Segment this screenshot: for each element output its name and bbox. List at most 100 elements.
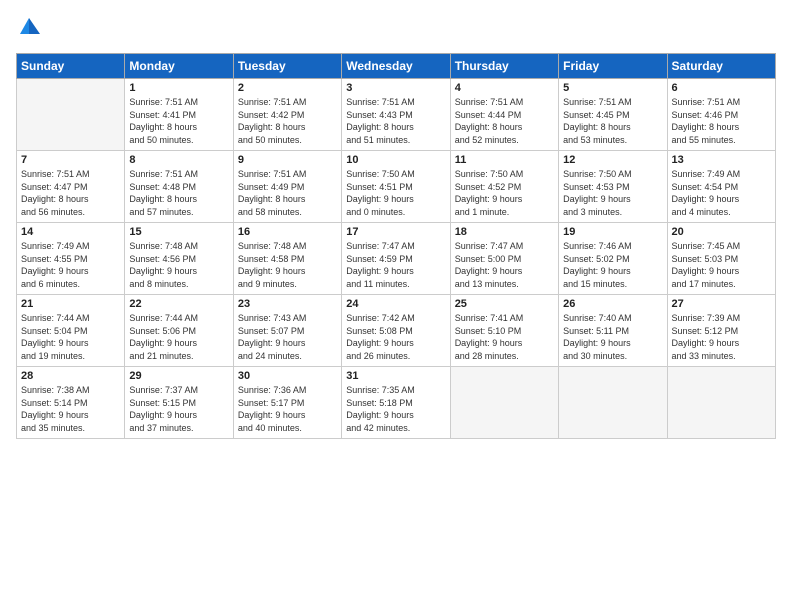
calendar-cell: 14 Sunrise: 7:49 AM Sunset: 4:55 PM Dayli… bbox=[17, 223, 125, 295]
day-number: 12 bbox=[563, 154, 662, 166]
calendar-cell: 1 Sunrise: 7:51 AM Sunset: 4:41 PM Daylig… bbox=[125, 79, 233, 151]
day-number: 18 bbox=[455, 226, 554, 238]
calendar-cell bbox=[450, 367, 558, 439]
day-info: Sunrise: 7:51 AM Sunset: 4:41 PM Dayligh… bbox=[129, 96, 228, 146]
calendar-cell: 7Sunrise: 7:51 AM Sunset: 4:47 PM Daylig… bbox=[17, 151, 125, 223]
day-number: 14 bbox=[21, 226, 120, 238]
day-number: 26 bbox=[563, 298, 662, 310]
day-info: Sunrise: 7:46 AM Sunset: 5:02 PM Dayligh… bbox=[563, 240, 662, 290]
day-header-saturday: Saturday bbox=[667, 54, 775, 79]
calendar-cell: 2 Sunrise: 7:51 AM Sunset: 4:42 PM Daylig… bbox=[233, 79, 341, 151]
calendar-cell: 21 Sunrise: 7:44 AM Sunset: 5:04 PM Dayli… bbox=[17, 295, 125, 367]
day-info: Sunrise: 7:50 AM Sunset: 4:53 PM Dayligh… bbox=[563, 168, 662, 218]
day-number: 11 bbox=[455, 154, 554, 166]
calendar-cell: 31 Sunrise: 7:35 AM Sunset: 5:18 PM Dayli… bbox=[342, 367, 450, 439]
calendar-cell: 5 Sunrise: 7:51 AM Sunset: 4:45 PM Daylig… bbox=[559, 79, 667, 151]
day-header-thursday: Thursday bbox=[450, 54, 558, 79]
day-number: 6 bbox=[672, 82, 771, 94]
day-number: 30 bbox=[238, 370, 337, 382]
day-number: 20 bbox=[672, 226, 771, 238]
day-info: Sunrise: 7:47 AM Sunset: 5:00 PM Dayligh… bbox=[455, 240, 554, 290]
day-number: 27 bbox=[672, 298, 771, 310]
day-header-tuesday: Tuesday bbox=[233, 54, 341, 79]
day-info: Sunrise: 7:50 AM Sunset: 4:51 PM Dayligh… bbox=[346, 168, 445, 218]
day-info: Sunrise: 7:51 AM Sunset: 4:45 PM Dayligh… bbox=[563, 96, 662, 146]
calendar-cell bbox=[559, 367, 667, 439]
day-info: Sunrise: 7:50 AM Sunset: 4:52 PM Dayligh… bbox=[455, 168, 554, 218]
calendar-cell: 11 Sunrise: 7:50 AM Sunset: 4:52 PM Dayli… bbox=[450, 151, 558, 223]
day-number: 5 bbox=[563, 82, 662, 94]
calendar-week-2: 7Sunrise: 7:51 AM Sunset: 4:47 PM Daylig… bbox=[17, 151, 776, 223]
day-info: Sunrise: 7:51 AM Sunset: 4:43 PM Dayligh… bbox=[346, 96, 445, 146]
day-info: Sunrise: 7:49 AM Sunset: 4:54 PM Dayligh… bbox=[672, 168, 771, 218]
day-info: Sunrise: 7:47 AM Sunset: 4:59 PM Dayligh… bbox=[346, 240, 445, 290]
day-number: 9 bbox=[238, 154, 337, 166]
calendar-cell: 16 Sunrise: 7:48 AM Sunset: 4:58 PM Dayli… bbox=[233, 223, 341, 295]
day-number: 24 bbox=[346, 298, 445, 310]
day-info: Sunrise: 7:40 AM Sunset: 5:11 PM Dayligh… bbox=[563, 312, 662, 362]
day-info: Sunrise: 7:43 AM Sunset: 5:07 PM Dayligh… bbox=[238, 312, 337, 362]
calendar-week-4: 21 Sunrise: 7:44 AM Sunset: 5:04 PM Dayli… bbox=[17, 295, 776, 367]
day-header-sunday: Sunday bbox=[17, 54, 125, 79]
day-info: Sunrise: 7:45 AM Sunset: 5:03 PM Dayligh… bbox=[672, 240, 771, 290]
calendar-week-1: 1 Sunrise: 7:51 AM Sunset: 4:41 PM Daylig… bbox=[17, 79, 776, 151]
day-info: Sunrise: 7:38 AM Sunset: 5:14 PM Dayligh… bbox=[21, 384, 120, 434]
calendar-cell: 26 Sunrise: 7:40 AM Sunset: 5:11 PM Dayli… bbox=[559, 295, 667, 367]
calendar-cell: 9 Sunrise: 7:51 AM Sunset: 4:49 PM Daylig… bbox=[233, 151, 341, 223]
day-info: Sunrise: 7:35 AM Sunset: 5:18 PM Dayligh… bbox=[346, 384, 445, 434]
calendar-cell: 23 Sunrise: 7:43 AM Sunset: 5:07 PM Dayli… bbox=[233, 295, 341, 367]
day-number: 29 bbox=[129, 370, 228, 382]
day-number: 21 bbox=[21, 298, 120, 310]
day-info: Sunrise: 7:49 AM Sunset: 4:55 PM Dayligh… bbox=[21, 240, 120, 290]
day-info: Sunrise: 7:44 AM Sunset: 5:04 PM Dayligh… bbox=[21, 312, 120, 362]
day-number: 16 bbox=[238, 226, 337, 238]
calendar-cell: 29 Sunrise: 7:37 AM Sunset: 5:15 PM Dayli… bbox=[125, 367, 233, 439]
day-info: Sunrise: 7:37 AM Sunset: 5:15 PM Dayligh… bbox=[129, 384, 228, 434]
day-number: 8 bbox=[129, 154, 228, 166]
calendar-cell: 12 Sunrise: 7:50 AM Sunset: 4:53 PM Dayli… bbox=[559, 151, 667, 223]
calendar-cell: 18 Sunrise: 7:47 AM Sunset: 5:00 PM Dayli… bbox=[450, 223, 558, 295]
day-number: 1 bbox=[129, 82, 228, 94]
calendar-cell: 30 Sunrise: 7:36 AM Sunset: 5:17 PM Dayli… bbox=[233, 367, 341, 439]
day-number: 7 bbox=[21, 154, 120, 166]
header bbox=[16, 16, 776, 43]
day-info: Sunrise: 7:48 AM Sunset: 4:56 PM Dayligh… bbox=[129, 240, 228, 290]
day-number: 17 bbox=[346, 226, 445, 238]
day-number: 23 bbox=[238, 298, 337, 310]
day-info: Sunrise: 7:41 AM Sunset: 5:10 PM Dayligh… bbox=[455, 312, 554, 362]
day-header-monday: Monday bbox=[125, 54, 233, 79]
day-number: 13 bbox=[672, 154, 771, 166]
day-info: Sunrise: 7:36 AM Sunset: 5:17 PM Dayligh… bbox=[238, 384, 337, 434]
calendar-cell bbox=[17, 79, 125, 151]
calendar-cell: 3 Sunrise: 7:51 AM Sunset: 4:43 PM Daylig… bbox=[342, 79, 450, 151]
main-container: SundayMondayTuesdayWednesdayThursdayFrid… bbox=[0, 0, 792, 447]
calendar-week-3: 14 Sunrise: 7:49 AM Sunset: 4:55 PM Dayli… bbox=[17, 223, 776, 295]
day-info: Sunrise: 7:51 AM Sunset: 4:48 PM Dayligh… bbox=[129, 168, 228, 218]
day-info: Sunrise: 7:48 AM Sunset: 4:58 PM Dayligh… bbox=[238, 240, 337, 290]
calendar-cell: 24Sunrise: 7:42 AM Sunset: 5:08 PM Dayli… bbox=[342, 295, 450, 367]
day-info: Sunrise: 7:51 AM Sunset: 4:42 PM Dayligh… bbox=[238, 96, 337, 146]
calendar-cell: 4Sunrise: 7:51 AM Sunset: 4:44 PM Daylig… bbox=[450, 79, 558, 151]
calendar-cell: 22 Sunrise: 7:44 AM Sunset: 5:06 PM Dayli… bbox=[125, 295, 233, 367]
calendar-cell: 8 Sunrise: 7:51 AM Sunset: 4:48 PM Daylig… bbox=[125, 151, 233, 223]
calendar-cell: 13 Sunrise: 7:49 AM Sunset: 4:54 PM Dayli… bbox=[667, 151, 775, 223]
day-info: Sunrise: 7:39 AM Sunset: 5:12 PM Dayligh… bbox=[672, 312, 771, 362]
calendar-cell: 17 Sunrise: 7:47 AM Sunset: 4:59 PM Dayli… bbox=[342, 223, 450, 295]
day-number: 2 bbox=[238, 82, 337, 94]
day-number: 10 bbox=[346, 154, 445, 166]
day-info: Sunrise: 7:44 AM Sunset: 5:06 PM Dayligh… bbox=[129, 312, 228, 362]
calendar-cell: 10 Sunrise: 7:50 AM Sunset: 4:51 PM Dayli… bbox=[342, 151, 450, 223]
calendar-table: SundayMondayTuesdayWednesdayThursdayFrid… bbox=[16, 53, 776, 439]
day-number: 19 bbox=[563, 226, 662, 238]
calendar-cell: 6 Sunrise: 7:51 AM Sunset: 4:46 PM Daylig… bbox=[667, 79, 775, 151]
day-number: 22 bbox=[129, 298, 228, 310]
day-number: 3 bbox=[346, 82, 445, 94]
day-number: 25 bbox=[455, 298, 554, 310]
day-number: 15 bbox=[129, 226, 228, 238]
day-info: Sunrise: 7:51 AM Sunset: 4:49 PM Dayligh… bbox=[238, 168, 337, 218]
day-info: Sunrise: 7:51 AM Sunset: 4:46 PM Dayligh… bbox=[672, 96, 771, 146]
day-number: 31 bbox=[346, 370, 445, 382]
day-number: 28 bbox=[21, 370, 120, 382]
calendar-cell: 19 Sunrise: 7:46 AM Sunset: 5:02 PM Dayli… bbox=[559, 223, 667, 295]
calendar-week-5: 28 Sunrise: 7:38 AM Sunset: 5:14 PM Dayli… bbox=[17, 367, 776, 439]
